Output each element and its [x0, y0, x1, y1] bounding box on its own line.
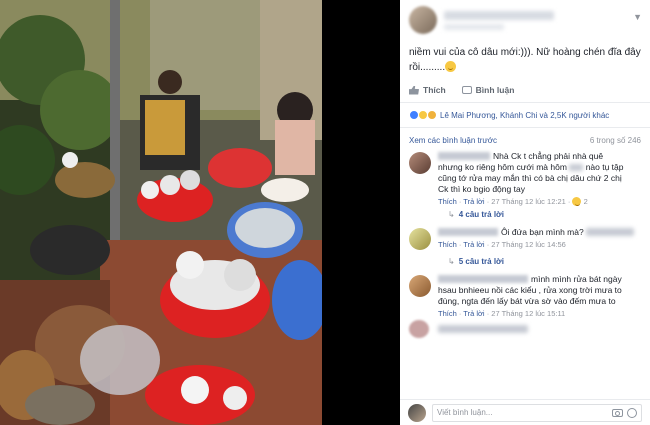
post-text-line2: rồi.........: [409, 62, 446, 73]
comment-reply-link[interactable]: Trả lời: [463, 309, 484, 318]
comment-like-link[interactable]: Thích: [438, 197, 457, 206]
post-photo[interactable]: [0, 0, 322, 425]
post-actions: Thích Bình luận: [400, 75, 650, 103]
comment-text-line: cũng tớ rửa may mắn thì có bà chị dâu ch…: [438, 173, 622, 183]
post-meta-redacted: [444, 24, 504, 30]
comment-reply-link[interactable]: Trả lời: [463, 197, 484, 206]
comment-button[interactable]: Bình luận: [461, 85, 514, 95]
emoji-icon[interactable]: [627, 407, 637, 418]
comment-item: mình mình rửa bát ngày hsau bnhieeu nồi …: [400, 272, 650, 320]
reply-arrow-icon: ↳: [448, 257, 455, 266]
viewer-avatar: [408, 403, 426, 422]
comment-text-line: nhưng ko riêng hôm cưới mà hôm: [438, 162, 567, 172]
comment-text-line: hsau bnhieeu nồi các kiểu , rửa xong trờ…: [438, 285, 622, 295]
comment-item: Nhà Ck t chẳng phải nhà quê nhưng ko riê…: [400, 149, 650, 208]
comment-like-link[interactable]: Thích: [438, 309, 457, 318]
commenter-avatar[interactable]: [409, 320, 429, 338]
comment-text-line: Nhà Ck t chẳng phải nhà quê: [493, 151, 604, 161]
comment-time: 27 Tháng 12 lúc 12:21: [491, 197, 566, 206]
redacted-word: [569, 164, 584, 171]
view-replies-link[interactable]: ↳ 4 câu trả lời: [400, 208, 650, 225]
chevron-down-icon[interactable]: ▼: [633, 12, 642, 22]
author-avatar[interactable]: [409, 6, 437, 34]
reply-arrow-icon: ↳: [448, 210, 455, 219]
comments-header: Xem các bình luận trước 6 trong số 246: [400, 128, 650, 149]
haha-reaction-icon: [572, 197, 582, 206]
reactions-text: Lê Mai Phương, Khánh Chi và 2,5K người k…: [440, 110, 610, 120]
commenter-name-redacted[interactable]: [438, 275, 528, 283]
author-name-redacted[interactable]: [444, 11, 554, 20]
comment-input[interactable]: Viết bình luận...: [432, 403, 642, 422]
comment-text-line: Ôi đứa bạn mình mà?: [501, 227, 584, 237]
post-text-line1: niềm vui của cô dâu mới:))). Nữ hoàng ch…: [409, 47, 641, 58]
view-replies-link[interactable]: ↳ 5 câu trả lời: [400, 255, 650, 272]
comment-count: 6 trong số 246: [589, 136, 641, 145]
like-icon: [409, 85, 419, 95]
commenter-name-redacted[interactable]: [438, 228, 498, 236]
comment-meta: Thích · Trả lời · 27 Tháng 12 lúc 14:56: [438, 240, 566, 249]
commenter-avatar[interactable]: [409, 275, 431, 297]
commenter-name-redacted[interactable]: [438, 152, 490, 160]
post-text: niềm vui của cô dâu mới:))). Nữ hoàng ch…: [400, 42, 650, 75]
comment-icon: [461, 86, 472, 94]
camera-icon[interactable]: [612, 408, 623, 417]
comment-time: 27 Tháng 12 lúc 15:11: [491, 309, 566, 318]
comment-text-line: đùng, ngta đến lấy bát vừa sờ vào đếm mư…: [438, 296, 616, 306]
photo-viewer: [0, 0, 400, 425]
comment-like-link[interactable]: Thích: [438, 240, 457, 249]
comment-reply-link[interactable]: Trả lời: [463, 240, 484, 249]
post-header: ▼: [400, 0, 650, 42]
comment-text-line: mình mình rửa bát ngày: [531, 274, 622, 284]
comment-meta: Thích · Trả lời · 27 Tháng 12 lúc 15:11: [438, 309, 566, 318]
photo-image: [0, 0, 322, 425]
post-panel: ▼ niềm vui của cô dâu mới:))). Nữ hoàng …: [400, 0, 650, 425]
comment-text-line: nào tụ tập: [585, 162, 624, 172]
comment-item-redacted: [400, 320, 650, 340]
sad-reaction-icon: [427, 110, 437, 120]
commenter-avatar[interactable]: [409, 228, 431, 250]
comment-reaction-count: 2: [583, 197, 588, 206]
comment-input-placeholder: Viết bình luận...: [437, 408, 493, 417]
redacted-mention: [586, 228, 635, 236]
comment-meta: Thích · Trả lời · 27 Tháng 12 lúc 12:21 …: [438, 197, 588, 206]
view-previous-comments-link[interactable]: Xem các bình luận trước: [409, 136, 497, 145]
like-button[interactable]: Thích: [409, 85, 446, 95]
comment-time: 27 Tháng 12 lúc 14:56: [491, 240, 566, 249]
comment-text-line: Ck thì ko bgio động tay: [438, 184, 525, 194]
comment-composer: Viết bình luận...: [400, 399, 650, 425]
smile-emoji-icon: [445, 61, 457, 72]
comment-text-redacted: [438, 325, 528, 333]
comment-item: Ôi đứa bạn mình mà? Thích · Trả lời · 27…: [400, 225, 650, 255]
reactions-summary[interactable]: Lê Mai Phương, Khánh Chi và 2,5K người k…: [400, 103, 650, 128]
commenter-avatar[interactable]: [409, 152, 431, 174]
